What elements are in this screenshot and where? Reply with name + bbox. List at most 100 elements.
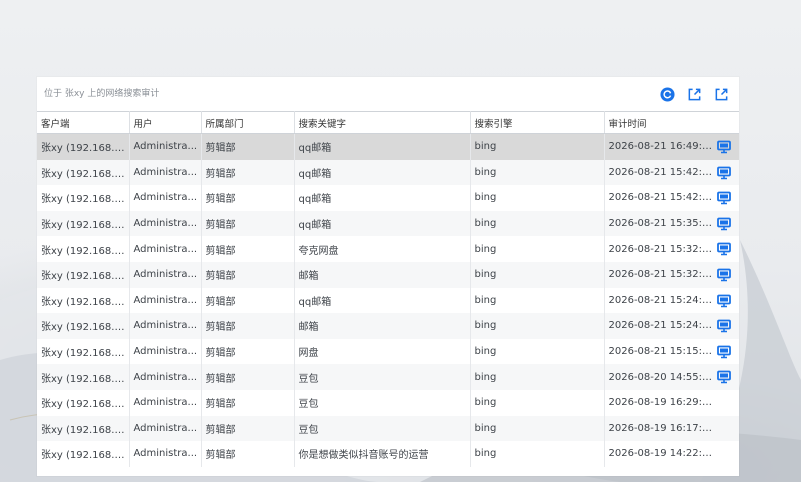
audit-table: 客户端 用户 所属部门 搜索关键字 搜索引擎 审计时间 张xy (192.168… — [37, 111, 739, 467]
audit-time-text: 2026-08-19 16:29:36 — [608, 397, 715, 409]
refresh-icon[interactable] — [659, 86, 675, 102]
audit-time-text: 2026-08-20 14:55:28 — [608, 371, 715, 383]
cell-client: 张xy (192.168.3... — [37, 415, 130, 442]
cell-engine: bing — [470, 159, 605, 186]
cell-client: 张xy (192.168.3... — [37, 133, 130, 160]
table-row[interactable]: 张xy (192.168.3... Administra... 剪辑部 豆包 bing 2… — [37, 389, 739, 416]
cell-engine: bing — [470, 415, 605, 442]
cell-engine: bing — [470, 313, 605, 339]
panel-title: 位于 张xy 上的网络搜索审计 — [44, 89, 160, 99]
monitor-icon[interactable] — [717, 370, 731, 384]
cell-engine: bing — [470, 287, 605, 314]
cell-user: Administra... — [129, 159, 202, 186]
cell-keyword: 豆包 — [294, 415, 471, 442]
table-row[interactable]: 张xy (192.168.3... Administra... 剪辑部 你是想做类似抖… — [37, 441, 739, 467]
cell-time: 2026-08-21 15:24:51 — [604, 287, 739, 314]
cell-engine: bing — [470, 261, 605, 288]
table-row[interactable]: 张xy (192.168.3... Administra... 剪辑部 qq邮箱 bin… — [37, 210, 739, 237]
audit-time-text: 2026-08-21 15:15:56 — [608, 346, 715, 358]
cell-keyword: 网盘 — [294, 338, 471, 365]
cell-engine: bing — [470, 338, 605, 365]
cell-user: Administra... — [129, 287, 202, 314]
col-header-client[interactable]: 客户端 — [37, 111, 130, 134]
table-row[interactable]: 张xy (192.168.3... Administra... 剪辑部 邮箱 bing 2… — [37, 261, 739, 288]
monitor-icon[interactable] — [717, 217, 731, 231]
cell-keyword: qq邮箱 — [294, 210, 471, 237]
cell-time: 2026-08-20 14:55:28 — [604, 364, 739, 390]
cell-time: 2026-08-21 15:35:01 — [604, 210, 739, 237]
audit-time-text: 2026-08-21 15:24:51 — [608, 294, 715, 306]
audit-time-text: 2026-08-21 15:32:47 — [608, 269, 715, 281]
cell-dept: 剪辑部 — [201, 185, 295, 211]
monitor-icon[interactable] — [717, 294, 731, 308]
audit-time-text: 2026-08-19 14:22:00 — [608, 448, 715, 460]
export-icon[interactable] — [686, 86, 702, 102]
col-header-keyword[interactable]: 搜索关键字 — [294, 111, 471, 134]
cell-time: 2026-08-21 15:32:47 — [604, 261, 739, 288]
table-row[interactable]: 张xy (192.168.3... Administra... 剪辑部 qq邮箱 bin… — [37, 185, 739, 211]
cell-dept: 剪辑部 — [201, 159, 295, 186]
cell-time: 2026-08-19 16:29:36 — [604, 389, 739, 416]
cell-time: 2026-08-21 15:24:45 — [604, 313, 739, 339]
cell-keyword: qq邮箱 — [294, 133, 471, 160]
monitor-icon[interactable] — [717, 319, 731, 333]
col-header-dept[interactable]: 所属部门 — [201, 111, 295, 134]
table-row[interactable]: 张xy (192.168.3... Administra... 剪辑部 网盘 bing 2… — [37, 338, 739, 365]
table-header-row: 客户端 用户 所属部门 搜索关键字 搜索引擎 审计时间 — [37, 111, 739, 134]
table-row[interactable]: 张xy (192.168.3... Administra... 剪辑部 qq邮箱 bin… — [37, 287, 739, 314]
cell-user: Administra... — [129, 185, 202, 211]
audit-time-text: 2026-08-21 15:42:45 — [608, 192, 715, 204]
table-row[interactable]: 张xy (192.168.3... Administra... 剪辑部 豆包 bing 2… — [37, 415, 739, 442]
monitor-icon[interactable] — [717, 191, 731, 205]
cell-dept: 剪辑部 — [201, 441, 295, 467]
cell-keyword: qq邮箱 — [294, 159, 471, 186]
cell-engine: bing — [470, 185, 605, 211]
cell-keyword: qq邮箱 — [294, 185, 471, 211]
cell-client: 张xy (192.168.3... — [37, 287, 130, 314]
monitor-icon[interactable] — [717, 140, 731, 154]
table-row[interactable]: 张xy (192.168.3... Administra... 剪辑部 豆包 bing 2… — [37, 364, 739, 390]
col-header-user[interactable]: 用户 — [129, 111, 202, 134]
cell-user: Administra... — [129, 236, 202, 262]
monitor-icon[interactable] — [717, 242, 731, 256]
cell-client: 张xy (192.168.3... — [37, 389, 130, 416]
cell-user: Administra... — [129, 338, 202, 365]
audit-time-text: 2026-08-19 16:17:27 — [608, 422, 715, 434]
cell-keyword: 你是想做类似抖音账号的运营 — [294, 441, 471, 467]
monitor-icon[interactable] — [717, 268, 731, 282]
panel-toolbar — [659, 86, 729, 102]
cell-dept: 剪辑部 — [201, 389, 295, 416]
cell-time: 2026-08-19 14:22:00 — [604, 441, 739, 467]
cell-dept: 剪辑部 — [201, 133, 295, 160]
cell-dept: 剪辑部 — [201, 313, 295, 339]
cell-time: 2026-08-21 15:32:51 — [604, 236, 739, 262]
cell-dept: 剪辑部 — [201, 261, 295, 288]
cell-engine: bing — [470, 236, 605, 262]
cell-user: Administra... — [129, 313, 202, 339]
cell-engine: bing — [470, 133, 605, 160]
panel-titlebar: 位于 张xy 上的网络搜索审计 — [37, 77, 739, 111]
audit-time-text: 2026-08-21 15:24:45 — [608, 320, 715, 332]
cell-keyword: 邮箱 — [294, 261, 471, 288]
cell-time: 2026-08-21 16:49:54 — [604, 133, 739, 160]
cell-user: Administra... — [129, 364, 202, 390]
export-all-icon[interactable] — [713, 86, 729, 102]
cell-dept: 剪辑部 — [201, 287, 295, 314]
table-row[interactable]: 张xy (192.168.3... Administra... 剪辑部 夸克网盘 bin… — [37, 236, 739, 262]
cell-client: 张xy (192.168.3... — [37, 364, 130, 390]
cell-engine: bing — [470, 389, 605, 416]
cell-client: 张xy (192.168.3... — [37, 261, 130, 288]
cell-user: Administra... — [129, 210, 202, 237]
table-row[interactable]: 张xy (192.168.3... Administra... 剪辑部 qq邮箱 bin… — [37, 159, 739, 186]
col-header-time[interactable]: 审计时间 — [604, 111, 739, 134]
col-header-engine[interactable]: 搜索引擎 — [470, 111, 605, 134]
cell-dept: 剪辑部 — [201, 364, 295, 390]
cell-user: Administra... — [129, 389, 202, 416]
table-row[interactable]: 张xy (192.168.3... Administra... 剪辑部 邮箱 bing 2… — [37, 313, 739, 339]
audit-time-text: 2026-08-21 15:42:50 — [608, 166, 715, 178]
audit-time-text: 2026-08-21 15:35:01 — [608, 218, 715, 230]
cell-time: 2026-08-21 15:42:45 — [604, 185, 739, 211]
monitor-icon[interactable] — [717, 345, 731, 359]
monitor-icon[interactable] — [717, 166, 731, 180]
table-row[interactable]: 张xy (192.168.3... Administra... 剪辑部 qq邮箱 bin… — [37, 133, 739, 160]
